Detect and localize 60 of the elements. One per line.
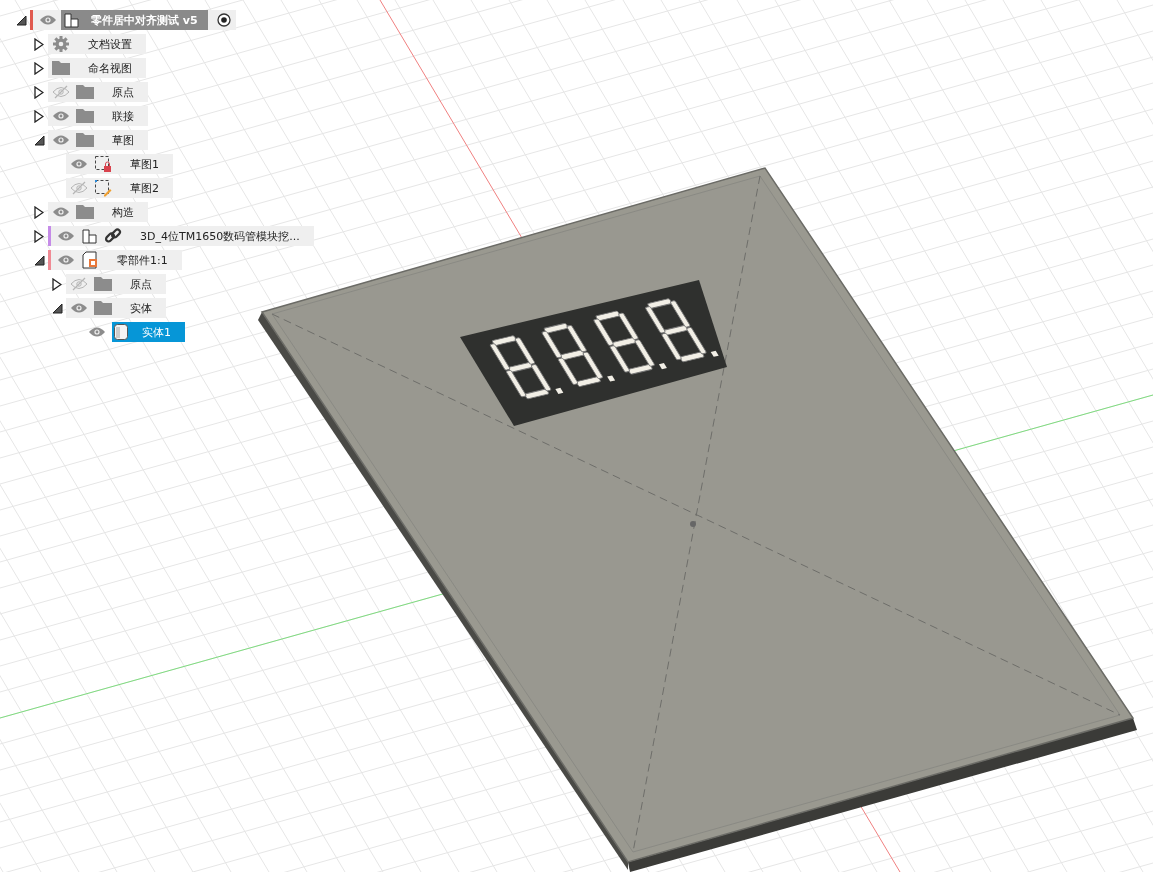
folder-icon (76, 85, 94, 99)
expand-triangle-icon[interactable] (34, 61, 44, 75)
activate-radio-icon[interactable] (215, 12, 232, 28)
expand-triangle-icon[interactable] (34, 85, 44, 99)
expand-triangle-icon[interactable] (34, 109, 44, 123)
sketch-pencil-icon (94, 179, 112, 197)
body-icon (112, 323, 130, 341)
sketch-lock-icon (94, 155, 112, 173)
component-icon (81, 227, 99, 245)
folder-icon (52, 61, 70, 75)
component-pin-icon (81, 251, 99, 269)
tree-item-label: 命名视图 (88, 60, 132, 76)
eye-icon[interactable] (70, 302, 88, 314)
tree-item[interactable]: 联接 (48, 106, 148, 126)
expand-triangle-icon[interactable] (52, 277, 62, 291)
tree-item[interactable]: 原点 (48, 82, 148, 102)
tree-item-label: 草图2 (130, 180, 159, 196)
tree-item-label: 草图 (112, 132, 134, 148)
link-icon (104, 227, 122, 245)
expand-triangle-icon[interactable] (34, 229, 44, 243)
expand-triangle-icon[interactable] (34, 205, 44, 219)
folder-icon (76, 133, 94, 147)
tree-item-label: 草图1 (130, 156, 159, 172)
expand-triangle-icon[interactable] (34, 37, 44, 51)
tree-item[interactable]: 草图1 (66, 154, 173, 174)
tree-item[interactable]: 草图 (48, 130, 148, 150)
collapse-triangle-icon[interactable] (15, 14, 27, 26)
folder-icon (76, 109, 94, 123)
tree-item-label: 联接 (112, 108, 134, 124)
tree-item[interactable]: 构造 (48, 202, 148, 222)
tree-item[interactable]: 3D_4位TM1650数码管模块挖... (48, 226, 314, 246)
tree-item[interactable]: 文档设置 (48, 34, 146, 54)
eye-icon[interactable] (57, 254, 75, 266)
collapse-triangle-icon[interactable] (33, 254, 45, 266)
tree-item-label: 实体 (130, 300, 152, 316)
folder-icon (76, 205, 94, 219)
eye-icon[interactable] (88, 326, 106, 338)
eye-icon[interactable] (57, 230, 75, 242)
collapse-triangle-icon[interactable] (33, 134, 45, 146)
collapse-triangle-icon[interactable] (51, 302, 63, 314)
tree-item-label: 文档设置 (88, 36, 132, 52)
eye-icon[interactable] (52, 110, 70, 122)
tree-item[interactable]: 命名视图 (48, 58, 146, 78)
eye-icon[interactable] (39, 14, 57, 26)
tree-item-label: 原点 (130, 276, 152, 292)
tree-item[interactable]: 草图2 (66, 178, 173, 198)
eye-icon[interactable] (52, 206, 70, 218)
tree-item[interactable]: 零部件1:1 (48, 250, 182, 270)
tree-item-label: 原点 (112, 84, 134, 100)
folder-icon (94, 277, 112, 291)
folder-icon (94, 301, 112, 315)
tree-item-label: 零部件1:1 (117, 252, 168, 268)
eye-icon[interactable] (70, 158, 88, 170)
tree-item[interactable]: 原点 (66, 274, 166, 294)
component-icon (63, 11, 81, 29)
tree-item-label: 3D_4位TM1650数码管模块挖... (140, 228, 300, 244)
gear-icon (52, 35, 70, 53)
tree-item-label: 构造 (112, 204, 134, 220)
tree-item[interactable]: 实体 (66, 298, 166, 318)
eye-icon[interactable] (52, 134, 70, 146)
